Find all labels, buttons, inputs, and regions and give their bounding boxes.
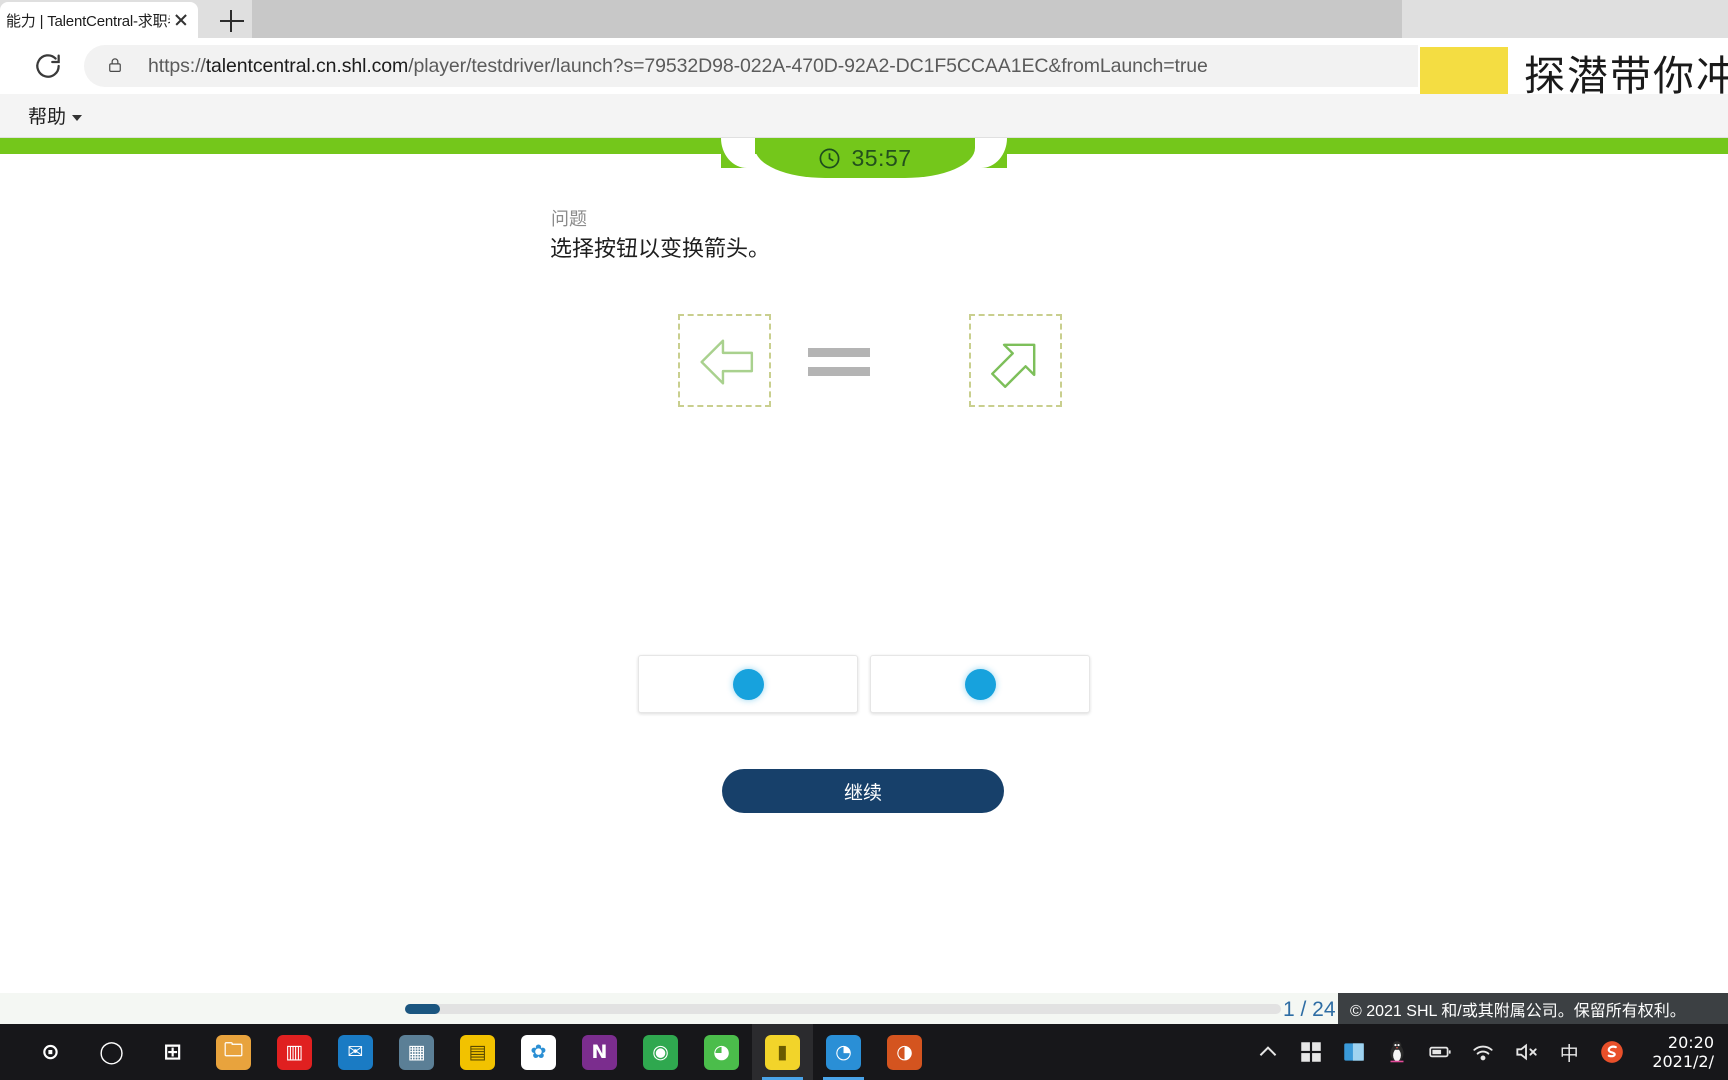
taskbar-item-onenote-app[interactable]: N <box>569 1024 630 1080</box>
taskbar-item-sticky-notes-app[interactable]: ▤ <box>447 1024 508 1080</box>
taskbar-item-start-button[interactable]: ⊙ <box>20 1024 81 1080</box>
browser-tab[interactable]: 能力 | TalentCentral-求职者门 <box>0 2 198 38</box>
help-menu-label: 帮助 <box>28 107 67 128</box>
stimulus-box-right <box>969 314 1062 407</box>
blue-folder-icon[interactable] <box>1341 1039 1367 1065</box>
overlay-color-swatch <box>1420 47 1508 97</box>
taskbar-item-task-view[interactable]: ⊞ <box>142 1024 203 1080</box>
cortana-search-icon: ◯ <box>99 1039 124 1065</box>
wifi-icon[interactable] <box>1470 1039 1496 1065</box>
show-hidden-icons[interactable] <box>1255 1039 1281 1065</box>
sogou-input-icon[interactable] <box>1599 1039 1625 1065</box>
audio-app-icon: ▥ <box>277 1034 312 1070</box>
ime-chinese-icon[interactable]: 中 <box>1556 1039 1582 1065</box>
equals-sign <box>808 348 870 378</box>
sticky-notes-app-icon: ▤ <box>460 1034 495 1070</box>
battery-icon[interactable] <box>1427 1039 1453 1065</box>
file-explorer-icon: 🗀 <box>216 1034 251 1070</box>
address-bar-row: https://talentcentral.cn.shl.com/player/… <box>0 38 1728 128</box>
chrome-browser-icon: ◉ <box>643 1034 678 1070</box>
edge-browser-icon: ◔ <box>826 1034 861 1070</box>
taskbar-item-wechat-app[interactable]: ◕ <box>691 1024 752 1080</box>
arrow-down-right-icon <box>979 324 1055 400</box>
taskbar-item-calculator-app[interactable]: ▦ <box>386 1024 447 1080</box>
taskbar-item-kk-recorder-app[interactable]: ▮ <box>752 1024 813 1080</box>
taskbar-item-audio-app[interactable]: ▥ <box>264 1024 325 1080</box>
taskbar-clock[interactable]: 20:20 2021/2/ <box>1652 1033 1714 1071</box>
tab-title: 能力 | TalentCentral-求职者门 <box>6 12 170 30</box>
answer-option-1[interactable] <box>638 655 858 713</box>
url-scheme: https:// <box>148 54 206 77</box>
plus-icon[interactable] <box>218 8 246 34</box>
taskbar-item-file-explorer[interactable]: 🗀 <box>203 1024 264 1080</box>
lock-icon <box>106 56 124 76</box>
question-label: 问题 <box>551 209 587 229</box>
progress-bar-fill <box>405 1004 441 1014</box>
copyright-notice: © 2021 SHL 和/或其附属公司。保留所有权利。 <box>1338 993 1728 1024</box>
volume-muted-icon[interactable] <box>1513 1039 1539 1065</box>
kk-recorder-app-icon: ▮ <box>765 1034 800 1070</box>
close-icon[interactable] <box>170 9 192 31</box>
wechat-app-icon: ◕ <box>704 1034 739 1070</box>
assessment-footer: 1 / 24 © 2021 SHL 和/或其附属公司。保留所有权利。 <box>0 993 1728 1024</box>
calculator-app-icon: ▦ <box>399 1034 434 1070</box>
url-input[interactable]: https://talentcentral.cn.shl.com/player/… <box>84 45 1514 87</box>
tab-strip-empty-area <box>252 0 1402 38</box>
penguin-icon[interactable] <box>1384 1039 1410 1065</box>
onenote-app-icon: N <box>582 1034 617 1070</box>
taskbar-app-list: ⊙ ◯ ⊞ 🗀 ▥ ✉ ▦ ▤ ✿ N ◉ ◕ ▮ ◔ ◑ <box>20 1024 935 1080</box>
progress-bar-track <box>405 1004 1281 1014</box>
mail-app-icon: ✉ <box>338 1034 373 1070</box>
url-text: https://talentcentral.cn.shl.com/player/… <box>148 55 1208 78</box>
stimulus-row <box>660 314 1080 424</box>
app-help-bar: 帮助 <box>0 94 1728 138</box>
option-dot-icon <box>964 668 996 700</box>
arrow-left-icon <box>688 324 764 400</box>
stimulus-box-left <box>678 314 771 407</box>
system-tray: 中 20:20 2021/2/ <box>1255 1024 1728 1080</box>
url-host: talentcentral.cn.shl.com <box>205 54 409 77</box>
overlay-banner-text: 探潜带你冲 <box>1524 52 1728 100</box>
continue-button[interactable]: 继续 <box>722 769 1004 813</box>
timer-value: 35:57 <box>851 144 912 171</box>
start-button-icon: ⊙ <box>41 1039 60 1065</box>
windows-app-icon[interactable] <box>1298 1039 1324 1065</box>
clock-icon <box>818 147 841 170</box>
clock-date: 2021/2/ <box>1652 1052 1714 1071</box>
taskbar-item-mail-app[interactable]: ✉ <box>325 1024 386 1080</box>
ninja-app-icon: ◑ <box>887 1034 922 1070</box>
task-view-icon: ⊞ <box>163 1039 182 1065</box>
help-menu-button[interactable]: 帮助 <box>28 102 83 129</box>
equals-bar-bottom <box>808 367 870 376</box>
equals-bar-top <box>808 348 870 357</box>
clover-app-icon: ✿ <box>521 1034 556 1070</box>
chevron-down-icon <box>72 115 83 121</box>
page-counter: 1 / 24 <box>1283 998 1336 1021</box>
taskbar-item-edge-browser[interactable]: ◔ <box>813 1024 874 1080</box>
timer-notch-right <box>973 138 1007 168</box>
windows-taskbar: ⊙ ◯ ⊞ 🗀 ▥ ✉ ▦ ▤ ✿ N ◉ ◕ ▮ ◔ ◑ 中 20:20 2021/2/ <box>0 1024 1728 1080</box>
clock-time: 20:20 <box>1667 1033 1714 1052</box>
taskbar-item-ninja-app[interactable]: ◑ <box>874 1024 935 1080</box>
browser-window: 能力 | TalentCentral-求职者门 https://talentce… <box>0 0 1728 1024</box>
url-path: /player/testdriver/launch?s=79532D98-022… <box>408 54 1208 77</box>
tab-strip: 能力 | TalentCentral-求职者门 <box>0 0 1728 38</box>
timer-panel: 35:57 <box>755 138 975 178</box>
answer-options <box>638 655 1090 713</box>
timer-notch-left <box>721 138 755 168</box>
taskbar-item-clover-app[interactable]: ✿ <box>508 1024 569 1080</box>
question-text: 选择按钮以变换箭头。 <box>550 236 771 261</box>
assessment-page: 35:57 问题 选择按钮以变换箭头。 继续 <box>0 138 1728 993</box>
taskbar-item-cortana-search[interactable]: ◯ <box>81 1024 142 1080</box>
reload-icon[interactable] <box>32 50 64 82</box>
option-dot-icon <box>732 668 764 700</box>
taskbar-item-chrome-browser[interactable]: ◉ <box>630 1024 691 1080</box>
answer-option-2[interactable] <box>870 655 1090 713</box>
